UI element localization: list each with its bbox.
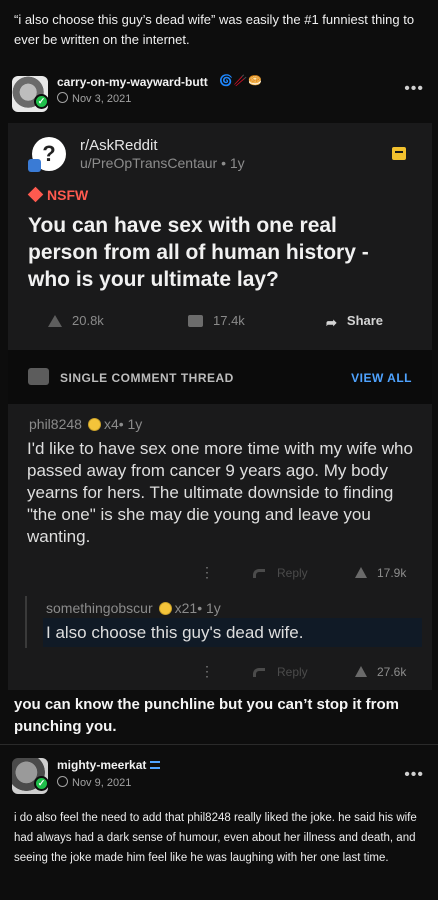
username-link[interactable]: mighty-meerkat <box>57 758 161 772</box>
reply-vote[interactable]: 27.6k <box>355 665 406 679</box>
reply-username[interactable]: somethingobscur <box>46 600 153 616</box>
comment-meta: phil8248 x4• 1y <box>29 416 142 432</box>
upvote-icon <box>355 567 367 578</box>
comment-score: 17.9k <box>377 566 407 580</box>
post-divider <box>0 744 438 745</box>
thread-label: SINGLE COMMENT THREAD <box>60 371 234 385</box>
post-date[interactable]: Nov 3, 2021 <box>57 92 131 105</box>
comment-icon <box>188 315 203 327</box>
upvote-icon <box>48 315 62 327</box>
comment-vote[interactable]: 17.9k <box>355 566 406 580</box>
post-header-2: ✓ mighty-meerkat Nov 9, 2021 ••• <box>0 752 438 800</box>
award-icon <box>158 602 172 615</box>
subreddit-icon-badge <box>28 159 41 172</box>
post-date[interactable]: Nov 9, 2021 <box>57 776 131 789</box>
reply-label: Reply <box>277 566 308 580</box>
award-icon <box>87 418 101 431</box>
comment-body: I'd like to have sex one more time with … <box>27 439 413 546</box>
more-options-icon[interactable]: ••• <box>404 766 424 784</box>
punchline-text: you can know the punchline but you can’t… <box>14 696 400 735</box>
follow-badge-icon[interactable]: ✓ <box>34 94 49 109</box>
comment-username[interactable]: phil8248 <box>29 416 82 432</box>
stack-icon <box>150 761 161 769</box>
reply-award-age: x21• 1y <box>174 600 221 616</box>
username-link[interactable]: carry-on-my-wayward-butt <box>57 75 208 89</box>
upvote-action[interactable]: 20.8k <box>48 313 104 328</box>
reply-label: Reply <box>277 665 308 679</box>
subreddit-name[interactable]: r/AskReddit <box>80 137 158 154</box>
nsfw-label: NSFW <box>47 187 89 203</box>
nsfw-tag: NSFW <box>27 186 89 203</box>
comment-options-icon[interactable]: ⋮ <box>200 564 214 581</box>
share-action[interactable]: ➦ Share <box>326 313 383 331</box>
reply-reply-action[interactable]: Reply <box>253 665 308 679</box>
comment-award-age: x4• 1y <box>103 416 143 432</box>
reddit-post-title[interactable]: You can have sex with one real person fr… <box>28 212 408 293</box>
upvote-icon <box>355 666 367 677</box>
poster-and-age: u/PreOpTransCentaur • 1y <box>80 155 245 171</box>
reddit-post-card: ? r/AskReddit u/PreOpTransCentaur • 1y N… <box>8 123 432 350</box>
single-comment-thread-bar: SINGLE COMMENT THREAD VIEW ALL <box>8 350 432 404</box>
clock-icon <box>57 92 68 103</box>
thread-indent-line <box>25 596 27 648</box>
username-text: mighty-meerkat <box>57 758 147 772</box>
save-icon[interactable] <box>392 147 406 160</box>
more-options-icon[interactable]: ••• <box>404 80 424 98</box>
reply-icon <box>253 569 265 578</box>
reblog-quote-text: “i also choose this guy’s dead wife” was… <box>14 12 415 47</box>
reply-action[interactable]: Reply <box>253 566 308 580</box>
share-icon: ➦ <box>326 315 337 330</box>
reply-icon <box>253 668 265 677</box>
post-date-text: Nov 9, 2021 <box>72 777 132 789</box>
reply-score: 27.6k <box>377 665 407 679</box>
follow-badge-icon[interactable]: ✓ <box>34 776 49 791</box>
comment-thread: phil8248 x4• 1y I'd like to have sex one … <box>8 404 432 690</box>
comment-thread-icon <box>28 368 49 385</box>
reply-meta: somethingobscur x21• 1y <box>46 600 221 616</box>
reply-body: I also choose this guy's dead wife. <box>46 623 304 642</box>
share-label: Share <box>346 313 384 328</box>
view-all-link[interactable]: VIEW ALL <box>351 371 412 385</box>
upvote-count: 20.8k <box>72 313 104 328</box>
comment-count: 17.4k <box>213 313 245 328</box>
post-header-1: ✓ carry-on-my-wayward-butt 🌀🥢🥯 Nov 3, 20… <box>0 66 438 118</box>
post-body-text: i do also feel the need to add that phil… <box>14 812 417 864</box>
clock-icon <box>57 776 68 787</box>
comments-action[interactable]: 17.4k <box>188 313 245 328</box>
post-date-text: Nov 3, 2021 <box>72 93 132 105</box>
reply-options-icon[interactable]: ⋮ <box>200 663 214 680</box>
username-emoji: 🌀🥢🥯 <box>219 75 264 87</box>
nsfw-icon <box>27 186 44 203</box>
